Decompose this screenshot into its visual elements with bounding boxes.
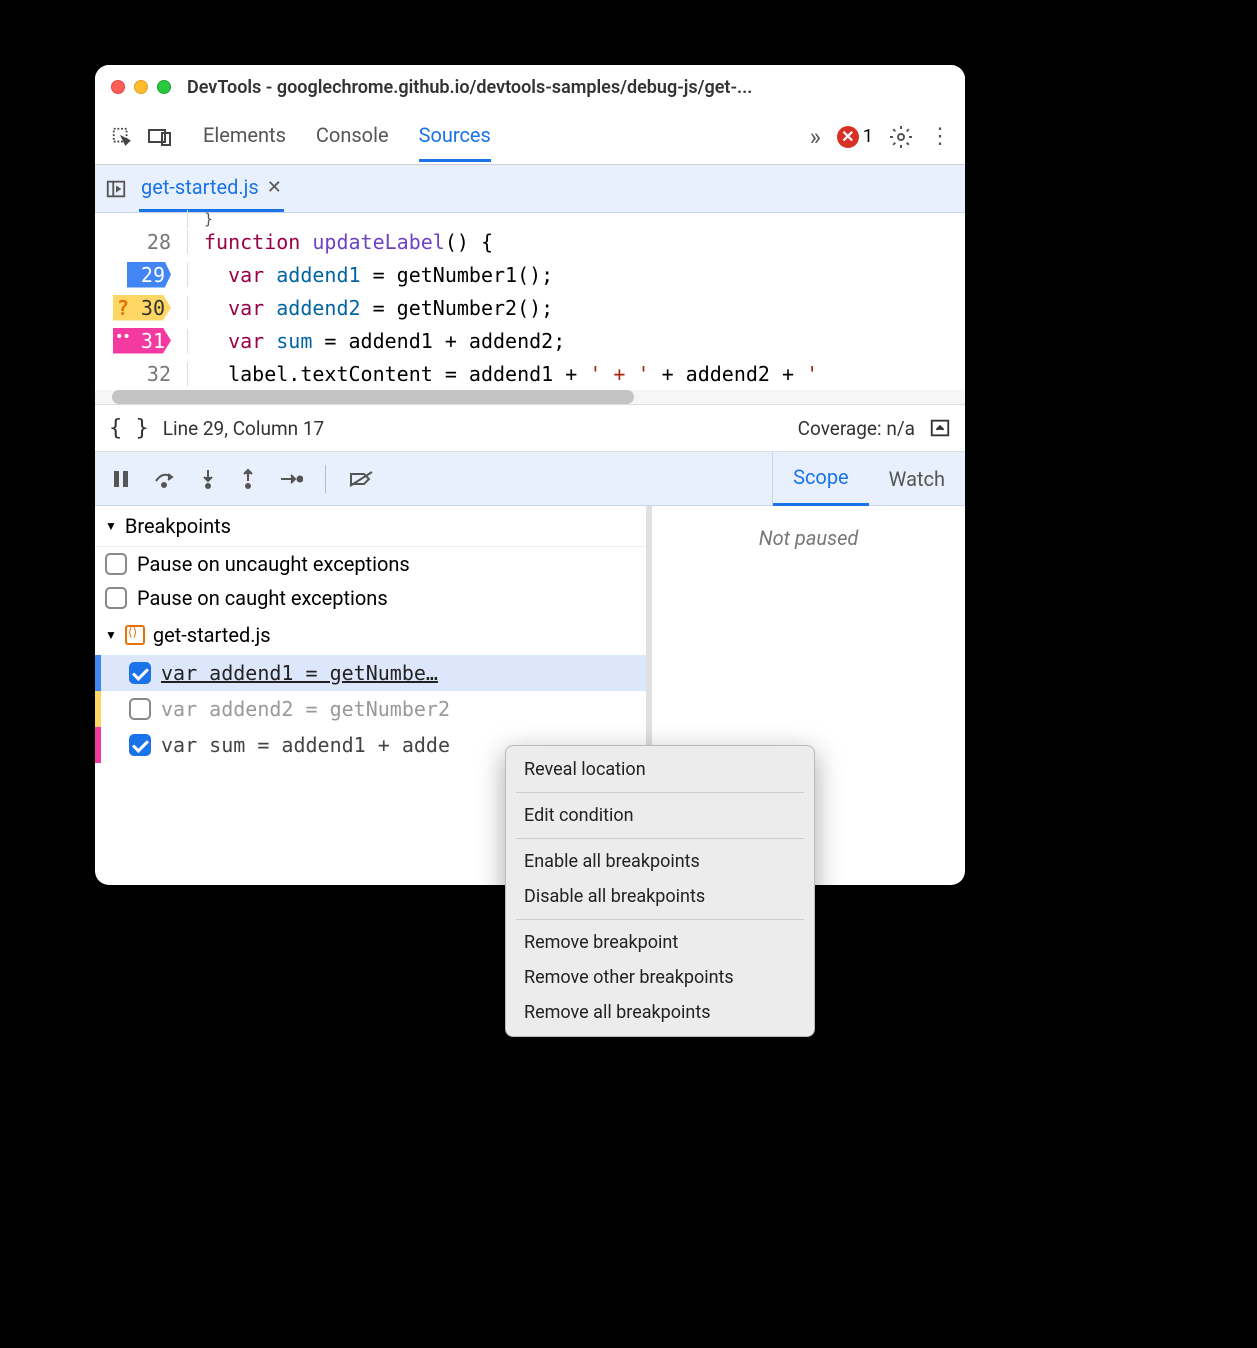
code-line[interactable]: 30 var addend2 = getNumber2(); bbox=[95, 291, 965, 324]
tab-watch[interactable]: Watch bbox=[869, 453, 965, 505]
breakpoint-checkbox[interactable] bbox=[129, 698, 151, 720]
minimize-window-button[interactable] bbox=[134, 80, 148, 94]
code-line[interactable]: 28function updateLabel() { bbox=[95, 225, 965, 258]
close-window-button[interactable] bbox=[111, 80, 125, 94]
file-tab-bar: get-started.js ✕ bbox=[95, 165, 965, 213]
context-menu-item[interactable]: Reveal location bbox=[506, 752, 814, 787]
code-line[interactable]: 31 var sum = addend1 + addend2; bbox=[95, 324, 965, 357]
step-over-icon[interactable] bbox=[153, 469, 177, 489]
main-toolbar: Elements Console Sources » ✕ 1 ⋮ bbox=[95, 109, 965, 165]
kebab-menu-icon[interactable]: ⋮ bbox=[929, 124, 951, 149]
breakpoints-header[interactable]: ▼ Breakpoints bbox=[95, 506, 646, 547]
menu-separator bbox=[516, 838, 804, 839]
collapse-drawer-icon[interactable] bbox=[929, 417, 951, 439]
inspect-element-icon[interactable] bbox=[109, 124, 135, 150]
titlebar: DevTools - googlechrome.github.io/devtoo… bbox=[95, 65, 965, 109]
breakpoint-stripe bbox=[95, 655, 101, 691]
horizontal-scrollbar[interactable] bbox=[95, 390, 965, 404]
deactivate-breakpoints-icon[interactable] bbox=[348, 469, 374, 489]
js-file-icon bbox=[125, 625, 145, 645]
breakpoint-file-name: get-started.js bbox=[153, 623, 271, 647]
step-out-icon[interactable] bbox=[239, 468, 257, 490]
pause-uncaught-checkbox[interactable] bbox=[105, 553, 127, 575]
collapse-icon: ▼ bbox=[105, 628, 117, 642]
tab-elements[interactable]: Elements bbox=[203, 111, 286, 162]
tab-sources[interactable]: Sources bbox=[419, 111, 491, 162]
breakpoint-stripe bbox=[95, 727, 101, 763]
more-tabs-icon[interactable]: » bbox=[810, 123, 821, 151]
pause-caught-checkbox[interactable] bbox=[105, 587, 127, 609]
code-line[interactable]: 29 var addend1 = getNumber1(); bbox=[95, 258, 965, 291]
step-icon[interactable] bbox=[279, 471, 303, 487]
breakpoint-stripe bbox=[95, 691, 101, 727]
menu-separator bbox=[516, 919, 804, 920]
file-tab-name: get-started.js bbox=[141, 175, 259, 199]
breakpoint-checkbox[interactable] bbox=[129, 662, 151, 684]
pause-uncaught-row[interactable]: Pause on uncaught exceptions bbox=[95, 547, 646, 581]
context-menu: Reveal location Edit condition Enable all … bbox=[505, 745, 815, 1037]
context-menu-item[interactable]: Remove all breakpoints bbox=[506, 995, 814, 1030]
context-menu-item[interactable]: Disable all breakpoints bbox=[506, 879, 814, 914]
breakpoint-marker[interactable]: 30 bbox=[113, 295, 171, 321]
error-badge[interactable]: ✕ 1 bbox=[837, 126, 873, 148]
breakpoint-row[interactable]: var addend2 = getNumber2 bbox=[95, 691, 646, 727]
breakpoint-file-header[interactable]: ▼ get-started.js bbox=[95, 615, 646, 655]
pause-uncaught-label: Pause on uncaught exceptions bbox=[137, 552, 410, 576]
not-paused-message: Not paused bbox=[759, 526, 859, 550]
breakpoint-marker[interactable]: 31 bbox=[113, 328, 171, 354]
editor-status-bar: { } Line 29, Column 17 Coverage: n/a bbox=[95, 404, 965, 452]
window-controls bbox=[111, 80, 171, 94]
context-menu-item[interactable]: Remove other breakpoints bbox=[506, 960, 814, 995]
code-editor[interactable]: }28function updateLabel() {29 var addend… bbox=[95, 213, 965, 390]
window-title: DevTools - googlechrome.github.io/devtoo… bbox=[187, 77, 752, 98]
tab-console[interactable]: Console bbox=[316, 111, 389, 162]
context-menu-item[interactable]: Enable all breakpoints bbox=[506, 844, 814, 879]
error-icon: ✕ bbox=[837, 126, 859, 148]
context-menu-item[interactable]: Edit condition bbox=[506, 798, 814, 833]
breakpoint-text: var sum = addend1 + adde bbox=[161, 733, 450, 757]
collapse-icon: ▼ bbox=[105, 519, 117, 533]
settings-icon[interactable] bbox=[889, 125, 913, 149]
error-count: 1 bbox=[863, 126, 873, 147]
file-tab-active[interactable]: get-started.js ✕ bbox=[139, 165, 284, 212]
coverage-label: Coverage: n/a bbox=[798, 417, 915, 440]
step-into-icon[interactable] bbox=[199, 468, 217, 490]
format-code-icon[interactable]: { } bbox=[109, 416, 149, 441]
maximize-window-button[interactable] bbox=[157, 80, 171, 94]
cursor-position: Line 29, Column 17 bbox=[163, 417, 324, 440]
close-tab-icon[interactable]: ✕ bbox=[267, 177, 282, 198]
breakpoint-text: var addend2 = getNumber2 bbox=[161, 697, 450, 721]
tab-scope[interactable]: Scope bbox=[773, 451, 869, 506]
pause-icon[interactable] bbox=[111, 469, 131, 489]
navigator-toggle-icon[interactable] bbox=[105, 178, 127, 200]
breakpoint-checkbox[interactable] bbox=[129, 734, 151, 756]
breakpoint-marker[interactable]: 29 bbox=[127, 262, 171, 288]
breakpoint-text: var addend1 = getNumbe… bbox=[161, 661, 438, 685]
pause-caught-label: Pause on caught exceptions bbox=[137, 586, 388, 610]
breakpoints-title: Breakpoints bbox=[125, 514, 231, 538]
panel-tabs: Elements Console Sources bbox=[203, 111, 491, 162]
breakpoint-row[interactable]: var addend1 = getNumbe… bbox=[95, 655, 646, 691]
debug-toolbar: Scope Watch bbox=[95, 452, 965, 506]
code-line[interactable]: 32 label.textContent = addend1 + ' + ' +… bbox=[95, 357, 965, 390]
context-menu-item[interactable]: Remove breakpoint bbox=[506, 925, 814, 960]
pause-caught-row[interactable]: Pause on caught exceptions bbox=[95, 581, 646, 615]
device-toolbar-icon[interactable] bbox=[147, 124, 173, 150]
menu-separator bbox=[516, 792, 804, 793]
